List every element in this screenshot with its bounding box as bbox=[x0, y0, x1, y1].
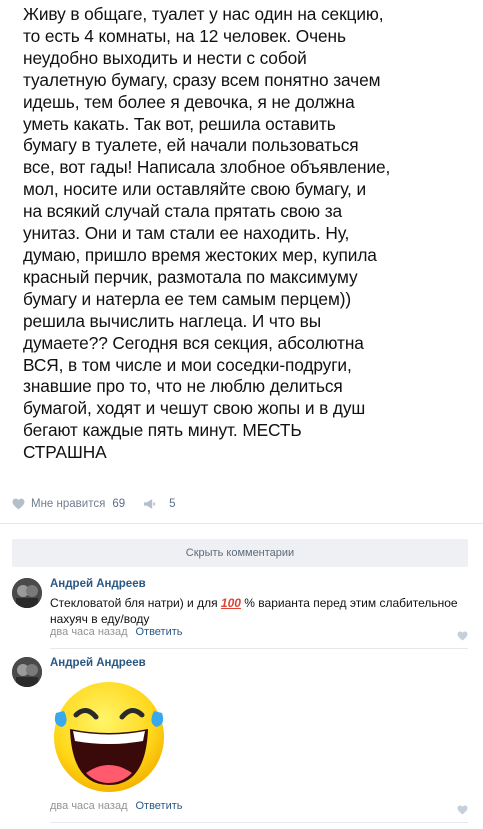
heart-icon bbox=[457, 631, 468, 641]
post-line: бумагу и натерла ее тем самым перцем)) bbox=[23, 288, 352, 309]
post-line: унитаз. Они и там стали ее находить. Ну, bbox=[23, 223, 350, 244]
post-line: уметь какать. Так вот, решила оставить bbox=[23, 113, 336, 134]
post-line: туалетную бумагу, сразу всем понятно зач… bbox=[23, 69, 381, 90]
comment-like-button[interactable] bbox=[457, 628, 468, 646]
like-count: 69 bbox=[112, 498, 126, 510]
comment-meta: два часа назад Ответить bbox=[50, 626, 183, 638]
post-line: ВСЯ, в том числе и мои соседки-подруги, bbox=[23, 354, 352, 375]
post-line: бумагой, ходят и чешут свою жопы и в душ bbox=[23, 398, 366, 419]
post-line: думаю, пришло время жестоких мер, купила bbox=[23, 244, 377, 265]
comment: Андрей Андреев два часа назад Ответить bbox=[12, 657, 468, 821]
post-line: мол, носите или оставляйте свою бумагу, … bbox=[23, 179, 366, 200]
share-count: 5 bbox=[169, 498, 176, 510]
reply-button[interactable]: Ответить bbox=[135, 626, 182, 638]
avatar[interactable] bbox=[12, 657, 42, 687]
post-line: бумагу в туалете, ей начали пользоваться bbox=[23, 135, 359, 156]
comment-text-line: нахуяч в еду/воду bbox=[50, 611, 150, 626]
hundred-points-emoji: 100 bbox=[220, 596, 241, 610]
hundred-points-icon: 100 bbox=[221, 596, 241, 610]
comment-author[interactable]: Андрей Андреев bbox=[50, 657, 146, 669]
like-button[interactable]: Мне нравится 69 bbox=[12, 498, 125, 510]
post-line: неудобно выходить и нести с собой bbox=[23, 47, 307, 68]
divider bbox=[0, 523, 483, 524]
post-line: СТРАШНА bbox=[23, 442, 107, 463]
hide-comments-button[interactable]: Скрыть комментарии bbox=[12, 539, 468, 567]
comment-text-part: Стекловатой бля натри) и для bbox=[50, 596, 221, 610]
comment-meta: два часа назад Ответить bbox=[50, 800, 183, 812]
post-line: все, вот гады! Написала злобное объявлен… bbox=[23, 157, 391, 178]
laughing-emoji-sticker bbox=[48, 677, 170, 797]
post-line: думаете?? Сегодня вся секция, абсолютна bbox=[23, 332, 364, 353]
divider bbox=[50, 648, 468, 649]
comment: Андрей Андреев Стекловатой бля натри) и … bbox=[12, 578, 468, 648]
post-line: бегают каждые пять минут. МЕСТЬ bbox=[23, 420, 302, 441]
like-label: Мне нравится bbox=[31, 498, 106, 510]
post-actions: Мне нравится 69 5 bbox=[12, 494, 194, 514]
post-line: идешь, тем более я девочка, я не должна bbox=[23, 91, 355, 112]
comment-text-part: % варианта перед этим слабительное bbox=[240, 596, 458, 610]
megaphone-icon bbox=[144, 499, 156, 509]
comment-time[interactable]: два часа назад bbox=[50, 800, 127, 812]
post-line: Живу в общаге, туалет у нас один на секц… bbox=[23, 4, 384, 24]
post-line: решила вычислить наглеца. И что вы bbox=[23, 310, 322, 331]
divider bbox=[50, 822, 468, 823]
share-button[interactable]: 5 bbox=[143, 498, 176, 510]
comment-text: Стекловатой бля натри) и для 100 % вариа… bbox=[50, 596, 470, 627]
avatar[interactable] bbox=[12, 578, 42, 608]
heart-icon bbox=[12, 498, 25, 510]
comment-author[interactable]: Андрей Андреев bbox=[50, 578, 146, 590]
post-line: красный перчик, размотала по максимуму bbox=[23, 266, 358, 287]
comment-like-button[interactable] bbox=[457, 802, 468, 820]
post-line: на всякий случай стала прятать свою за bbox=[23, 201, 343, 222]
comment-time[interactable]: два часа назад bbox=[50, 626, 127, 638]
heart-icon bbox=[457, 805, 468, 815]
post-line: то есть 4 комнаты, на 12 человек. Очень bbox=[23, 25, 346, 46]
reply-button[interactable]: Ответить bbox=[135, 800, 182, 812]
post-text: Живу в общаге, туалет у нас один на секц… bbox=[23, 4, 463, 464]
post-line: знавшие про то, что не люблю делиться bbox=[23, 376, 343, 397]
